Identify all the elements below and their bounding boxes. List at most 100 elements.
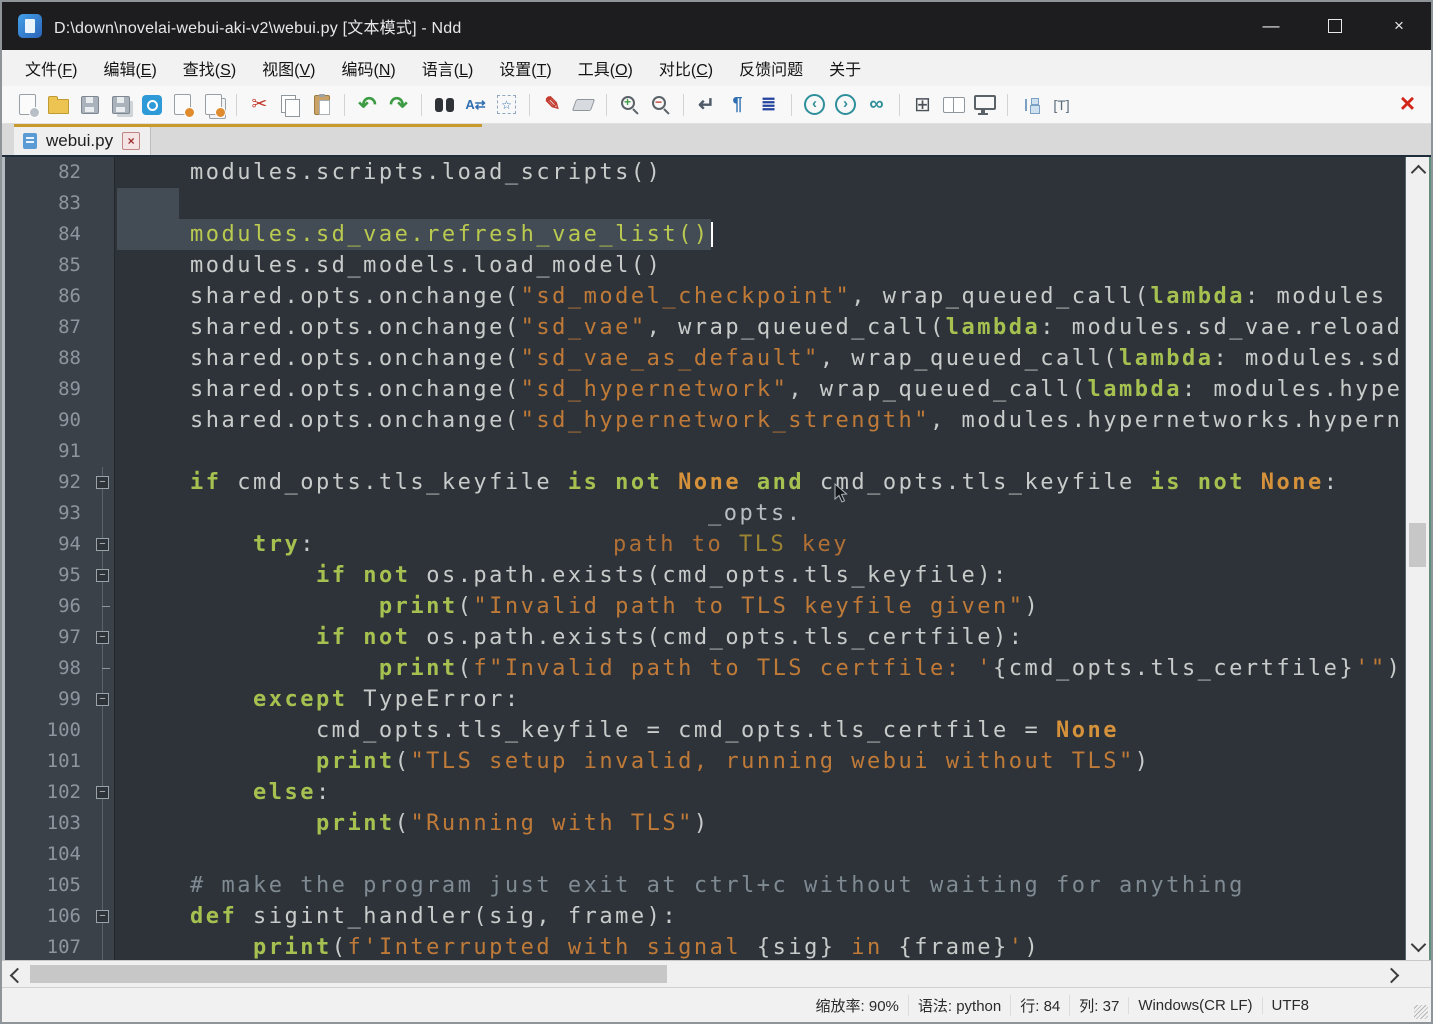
fold-toggle-icon[interactable]: − [96, 786, 109, 799]
status-segment: 语法: python [908, 995, 1010, 1016]
fold-toggle-icon[interactable]: − [96, 538, 109, 551]
resize-grip[interactable] [1414, 1005, 1428, 1019]
fold-toggle-icon[interactable]: − [96, 476, 109, 489]
find-in-files-icon[interactable]: ☆ [491, 91, 522, 119]
code-text[interactable]: modules.scripts.load_scripts() [115, 157, 1405, 188]
save-all-icon[interactable] [105, 91, 136, 119]
display-monitor-icon[interactable] [969, 91, 1000, 119]
code-text[interactable]: print("Running with TLS") [115, 808, 1405, 839]
code-text[interactable]: shared.opts.onchange("sd_hypernetwork_st… [115, 405, 1405, 436]
capture-icon[interactable] [136, 91, 167, 119]
tab-webui-py[interactable]: webui.py × [14, 127, 151, 155]
scroll-left-icon[interactable] [10, 968, 26, 984]
fold-toggle-icon[interactable]: − [96, 910, 109, 923]
code-text[interactable]: print(f"Invalid path to TLS certfile: '{… [115, 653, 1405, 684]
redo-icon[interactable]: ↷ [383, 91, 414, 119]
close-button[interactable]: × [1367, 2, 1431, 50]
menu-item-about[interactable]: 关于 [816, 51, 874, 85]
menu-item-compare[interactable]: 对比(C) [646, 51, 726, 85]
menu-item-encoding[interactable]: 编码(N) [328, 51, 408, 85]
fold-column: − [91, 560, 115, 591]
code-text[interactable]: shared.opts.onchange("sd_vae_as_default"… [115, 343, 1405, 374]
code-text[interactable]: shared.opts.onchange("sd_hypernetwork", … [115, 374, 1405, 405]
close-document-icon[interactable]: × [1400, 88, 1415, 118]
zoom-in-icon[interactable]: + [614, 91, 645, 119]
code-text[interactable]: modules.sd_vae.refresh_vae_list() [115, 219, 1405, 250]
code-text[interactable]: shared.opts.onchange("sd_model_checkpoin… [115, 281, 1405, 312]
indent-guide-icon[interactable]: ≣ [753, 91, 784, 119]
replace-icon[interactable]: A⇄ [460, 91, 491, 119]
menu-item-feedback[interactable]: 反馈问题 [726, 51, 816, 85]
paste-icon[interactable] [306, 91, 337, 119]
code-text[interactable]: cmd_opts.tls_keyfile = cmd_opts.tls_cert… [115, 715, 1405, 746]
horizontal-scroll-thumb[interactable] [30, 965, 667, 983]
tab-close-icon[interactable]: × [122, 132, 140, 150]
line-number: 98 [5, 653, 91, 684]
scroll-right-icon[interactable] [1384, 968, 1400, 984]
document-map-icon[interactable] [938, 91, 969, 119]
code-text[interactable]: try:path to TLS key [115, 529, 1405, 560]
scroll-down-icon[interactable] [1411, 937, 1427, 953]
function-list-icon[interactable] [1015, 91, 1046, 119]
code-text[interactable]: if cmd_opts.tls_keyfile is not None and … [115, 467, 1405, 498]
code-text[interactable]: print(f'Interrupted with signal {sig} in… [115, 932, 1405, 960]
cut-icon[interactable]: ✂ [244, 91, 275, 119]
code-text[interactable]: modules.sd_models.load_model() [115, 250, 1405, 281]
code-text[interactable]: if not os.path.exists(cmd_opts.tls_certf… [115, 622, 1405, 653]
code-token [127, 625, 316, 650]
code-text[interactable]: _opts. [115, 498, 1405, 529]
compare-icon[interactable]: ∞ [861, 91, 892, 119]
menu-item-search[interactable]: 查找(S) [170, 51, 249, 85]
code-token: shared.opts.onchange( [127, 377, 521, 402]
text-mode-icon[interactable]: [T] [1046, 91, 1077, 119]
minimize-button[interactable]: — [1239, 2, 1303, 50]
eraser-icon[interactable] [568, 91, 599, 119]
open-folder-icon[interactable] [43, 91, 74, 119]
menu-item-language[interactable]: 语言(L) [409, 51, 487, 85]
code-text[interactable]: else: [115, 777, 1405, 808]
code-token [127, 687, 253, 712]
maximize-button[interactable] [1303, 2, 1367, 50]
close-file-icon[interactable] [198, 91, 229, 119]
nav-back-icon[interactable]: ‹ [799, 91, 830, 119]
code-token: print [253, 935, 332, 960]
save-icon[interactable] [74, 91, 105, 119]
code-text[interactable] [115, 188, 1405, 219]
code-text[interactable]: print("Invalid path to TLS keyfile given… [115, 591, 1405, 622]
menu-item-tools[interactable]: 工具(O) [565, 51, 646, 85]
find-icon[interactable] [429, 91, 460, 119]
code-text[interactable] [115, 839, 1405, 870]
code-text[interactable]: def sigint_handler(sig, frame): [115, 901, 1405, 932]
scroll-up-icon[interactable] [1411, 165, 1427, 181]
menu-item-edit[interactable]: 编辑(E) [90, 51, 169, 85]
code-text[interactable]: print("TLS setup invalid, running webui … [115, 746, 1405, 777]
code-text[interactable]: shared.opts.onchange("sd_vae", wrap_queu… [115, 312, 1405, 343]
menu-item-settings[interactable]: 设置(T) [486, 51, 564, 85]
reload-file-icon[interactable] [167, 91, 198, 119]
code-token: else [253, 780, 316, 805]
code-text[interactable]: # make the program just exit at ctrl+c w… [115, 870, 1405, 901]
fold-toggle-icon[interactable]: − [96, 631, 109, 644]
code-line: 95− if not os.path.exists(cmd_opts.tls_k… [5, 560, 1405, 591]
code-text[interactable]: except TypeError: [115, 684, 1405, 715]
fold-toggle-icon[interactable]: − [96, 693, 109, 706]
nav-forward-icon[interactable]: › [830, 91, 861, 119]
vertical-scroll-thumb[interactable] [1409, 523, 1426, 567]
highlight-pen-icon[interactable]: ✎ [537, 91, 568, 119]
fold-toggle-icon[interactable]: − [96, 569, 109, 582]
code-editor[interactable]: 82 modules.scripts.load_scripts()8384 mo… [2, 157, 1405, 960]
zoom-out-icon[interactable]: − [645, 91, 676, 119]
code-token: is [568, 470, 600, 495]
code-text[interactable] [115, 436, 1405, 467]
copy-icon[interactable] [275, 91, 306, 119]
vertical-scrollbar[interactable] [1405, 157, 1431, 960]
split-window-icon[interactable]: ⊞ [907, 91, 938, 119]
menu-item-view[interactable]: 视图(V) [249, 51, 328, 85]
new-file-icon[interactable] [12, 91, 43, 119]
menu-item-file[interactable]: 文件(F) [12, 51, 90, 85]
show-symbol-icon[interactable]: ¶ [722, 91, 753, 119]
word-wrap-icon[interactable]: ↵ [691, 91, 722, 119]
undo-icon[interactable]: ↶ [352, 91, 383, 119]
code-text[interactable]: if not os.path.exists(cmd_opts.tls_keyfi… [115, 560, 1405, 591]
horizontal-scrollbar[interactable] [2, 960, 1431, 987]
